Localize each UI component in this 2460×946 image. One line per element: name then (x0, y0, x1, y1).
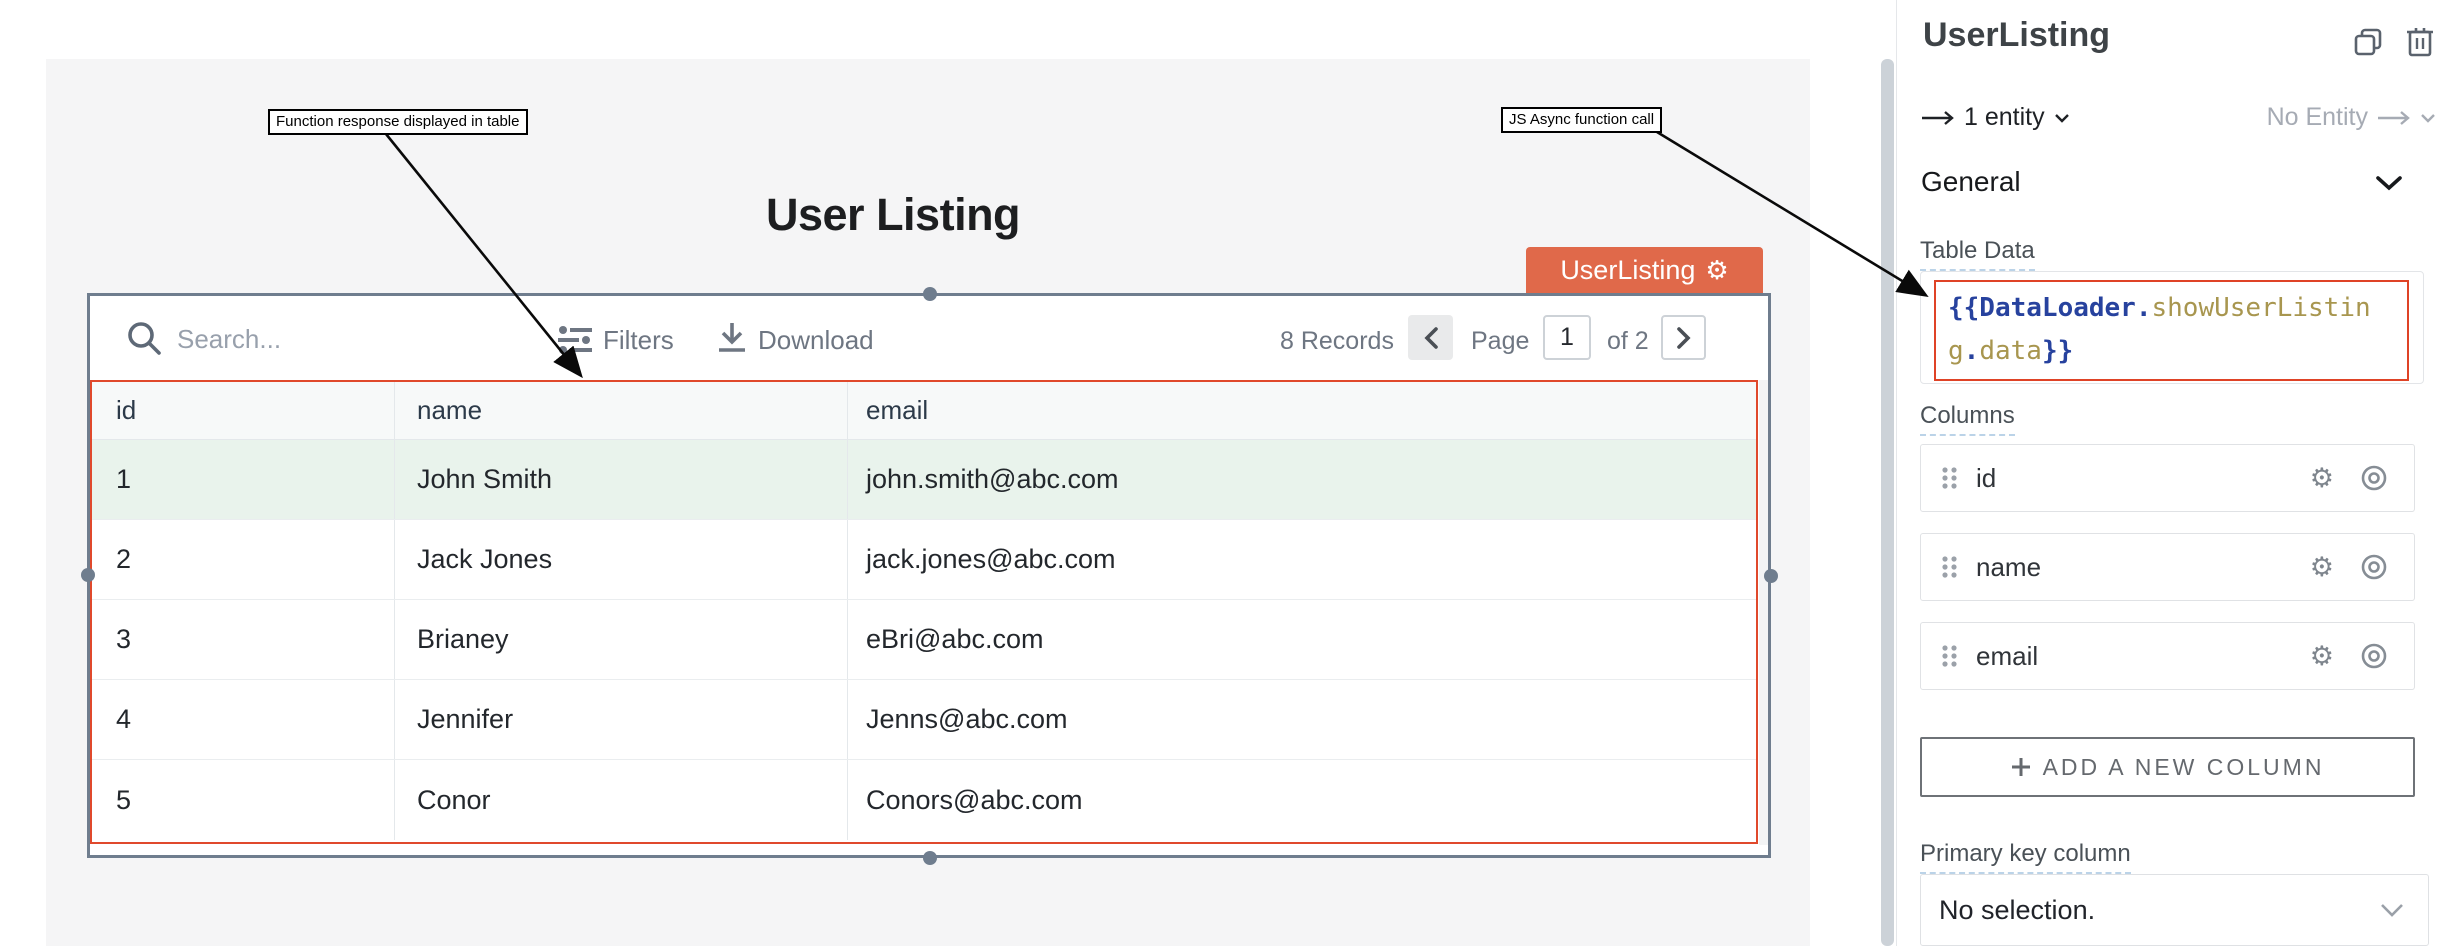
section-collapse-chevron-icon[interactable] (2375, 175, 2403, 191)
cell-name: John Smith (394, 440, 847, 519)
cell-name: Brianey (394, 600, 847, 679)
code-token: g (1948, 336, 1964, 366)
cell-email: john.smith@abc.com (847, 440, 1756, 519)
column-header-email[interactable]: email (847, 382, 1756, 439)
cell-name: Conor (394, 760, 847, 840)
record-count: 8 Records (1280, 327, 1394, 356)
code-token: showUserListin (2152, 293, 2371, 323)
prev-page-button[interactable] (1408, 315, 1453, 360)
annotation-function-response: Function response displayed in table (268, 109, 528, 135)
column-visibility-icon[interactable] (2360, 464, 2388, 492)
primary-key-value: No selection. (1939, 895, 2380, 926)
cell-id: 3 (92, 600, 394, 679)
cell-id: 4 (92, 680, 394, 759)
chevron-right-icon (1675, 326, 1693, 350)
table-row[interactable]: 3 Brianey eBri@abc.com (92, 600, 1756, 680)
column-visibility-icon[interactable] (2360, 553, 2388, 581)
column-card-label: email (1976, 641, 2310, 672)
table-data-code-editor[interactable]: {{DataLoader.showUserListin g.data}} (1934, 280, 2409, 381)
cell-email: Jenns@abc.com (847, 680, 1756, 759)
table-row[interactable]: 1 John Smith john.smith@abc.com (92, 440, 1756, 520)
cell-id: 5 (92, 760, 394, 840)
incoming-entities-label: 1 entity (1964, 103, 2045, 132)
add-new-column-button[interactable]: ADD A NEW COLUMN (1920, 737, 2415, 797)
table-row[interactable]: 5 Conor Conors@abc.com (92, 760, 1756, 840)
page-title: User Listing (766, 189, 1020, 241)
drag-handle-icon[interactable] (1941, 555, 1958, 579)
copy-widget-icon[interactable] (2354, 28, 2382, 56)
widget-settings-icon[interactable]: ⚙ (1705, 257, 1728, 283)
widget-name-tag-label: UserListing (1560, 255, 1695, 286)
cell-email: eBri@abc.com (847, 600, 1756, 679)
page-total: of 2 (1607, 327, 1649, 356)
panel-widget-title[interactable]: UserListing (1923, 16, 2110, 55)
column-card-label: name (1976, 552, 2310, 583)
filters-button[interactable]: Filters (603, 325, 674, 356)
page-number-input[interactable]: 1 (1543, 315, 1591, 360)
cell-name: Jennifer (394, 680, 847, 759)
download-button[interactable]: Download (758, 325, 874, 356)
cell-email: jack.jones@abc.com (847, 520, 1756, 599)
table-data-region: id name email 1 John Smith john.smith@ab… (90, 380, 1758, 844)
cell-name: Jack Jones (394, 520, 847, 599)
chevron-down-icon (2380, 903, 2404, 917)
section-general-header[interactable]: General (1921, 166, 2021, 198)
drag-handle-icon[interactable] (1941, 644, 1958, 668)
table-data-label: Table Data (1920, 237, 2035, 271)
filters-icon[interactable] (556, 324, 594, 354)
column-header-name[interactable]: name (394, 382, 847, 439)
primary-key-label: Primary key column (1920, 840, 2131, 874)
chevron-down-icon (2054, 113, 2070, 123)
table-header-row: id name email (92, 382, 1756, 440)
delete-widget-icon[interactable] (2406, 26, 2434, 57)
chevron-left-icon (1422, 326, 1440, 350)
table-row[interactable]: 2 Jack Jones jack.jones@abc.com (92, 520, 1756, 600)
primary-key-select[interactable]: No selection. (1920, 874, 2429, 946)
outgoing-entities-dropdown[interactable]: No Entity (2160, 103, 2436, 132)
outgoing-entities-label: No Entity (2267, 103, 2368, 132)
resize-handle-top[interactable] (923, 287, 937, 301)
add-new-column-label: ADD A NEW COLUMN (2043, 754, 2325, 781)
code-token: data (1979, 336, 2042, 366)
app-window: User Listing UserListing ⚙ Search... Fil… (0, 0, 2460, 946)
column-settings-icon[interactable]: ⚙ (2310, 552, 2334, 583)
page-label: Page (1471, 327, 1529, 356)
code-token: {{DataLoader. (1948, 293, 2152, 323)
arrow-right-icon (2377, 110, 2411, 126)
resize-handle-bottom[interactable] (923, 851, 937, 865)
column-card-name[interactable]: name ⚙ (1920, 533, 2415, 601)
arrow-right-icon (1921, 110, 1955, 126)
chevron-down-icon (2420, 113, 2436, 123)
next-page-button[interactable] (1661, 315, 1706, 360)
column-visibility-icon[interactable] (2360, 642, 2388, 670)
column-card-email[interactable]: email ⚙ (1920, 622, 2415, 690)
resize-handle-right[interactable] (1764, 569, 1778, 583)
column-card-label: id (1976, 463, 2310, 494)
plus-icon (2011, 757, 2031, 777)
column-settings-icon[interactable]: ⚙ (2310, 463, 2334, 494)
code-token: }} (2042, 336, 2073, 366)
cell-id: 2 (92, 520, 394, 599)
incoming-entities-dropdown[interactable]: 1 entity (1921, 103, 2070, 132)
table-row[interactable]: 4 Jennifer Jenns@abc.com (92, 680, 1756, 760)
widget-padding-strip (1759, 380, 1768, 845)
annotation-js-async: JS Async function call (1501, 107, 1662, 133)
search-icon (126, 320, 164, 358)
resize-handle-left[interactable] (81, 568, 95, 582)
cell-id: 1 (92, 440, 394, 519)
search-input[interactable]: Search... (177, 324, 281, 355)
column-card-id[interactable]: id ⚙ (1920, 444, 2415, 512)
column-header-id[interactable]: id (92, 382, 394, 439)
drag-handle-icon[interactable] (1941, 466, 1958, 490)
download-icon[interactable] (714, 320, 750, 356)
code-token: . (1964, 336, 1980, 366)
column-settings-icon[interactable]: ⚙ (2310, 641, 2334, 672)
canvas-scrollbar[interactable] (1881, 59, 1894, 946)
columns-label: Columns (1920, 402, 2015, 436)
cell-email: Conors@abc.com (847, 760, 1756, 840)
widget-name-tag[interactable]: UserListing ⚙ (1526, 247, 1763, 293)
